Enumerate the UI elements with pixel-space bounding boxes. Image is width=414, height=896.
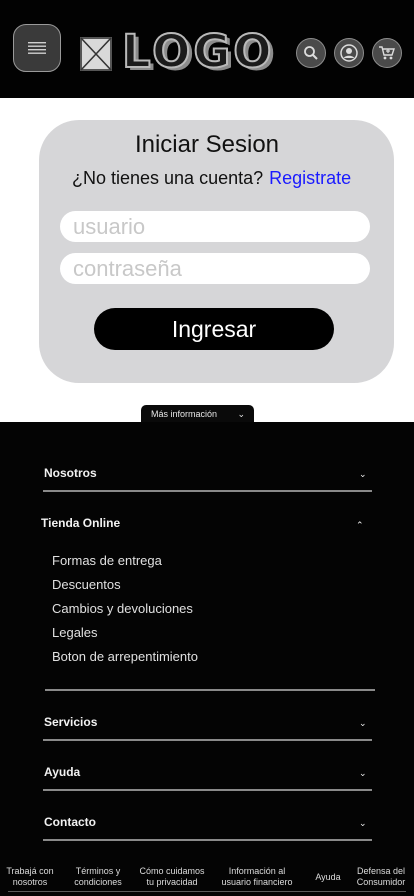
- divider: [43, 839, 372, 841]
- footer-link-terminos[interactable]: Términos y condiciones: [68, 866, 128, 888]
- menu-button[interactable]: [13, 24, 61, 72]
- footer-link-ayuda[interactable]: Ayuda: [308, 872, 348, 883]
- logo-text[interactable]: LOGO: [121, 27, 275, 77]
- signup-prompt: ¿No tienes una cuenta?: [72, 168, 264, 188]
- footer-link-trabaja[interactable]: Trabajá con nosotros: [2, 866, 58, 888]
- signup-prompt-row: ¿No tienes una cuenta? Registrate: [72, 167, 351, 189]
- chevron-down-icon[interactable]: ⌄: [359, 818, 367, 828]
- footer-link-arrepentimiento[interactable]: Boton de arrepentimiento: [52, 649, 198, 665]
- footer-link-defensa-consumidor[interactable]: Defensa del Consumidor: [352, 866, 410, 888]
- login-button[interactable]: Ingresar: [94, 308, 334, 350]
- chevron-down-icon[interactable]: ⌄: [359, 469, 367, 479]
- user-icon: [340, 44, 358, 62]
- divider: [43, 490, 372, 492]
- cart-icon: [379, 46, 395, 60]
- accordion-tienda-online[interactable]: Tienda Online: [41, 516, 120, 530]
- search-button[interactable]: [296, 38, 326, 68]
- footer-link-privacidad[interactable]: Cómo cuidamos tu privacidad: [136, 866, 208, 888]
- logo-placeholder-icon: [80, 37, 112, 71]
- more-info-label: Más información: [151, 409, 218, 419]
- login-title: Iniciar Sesion: [134, 131, 280, 158]
- divider: [43, 789, 372, 791]
- accordion-ayuda[interactable]: Ayuda: [44, 765, 80, 779]
- footer-link-legales[interactable]: Legales: [52, 625, 98, 641]
- search-icon: [304, 46, 318, 60]
- chevron-up-icon[interactable]: ⌃: [356, 520, 364, 530]
- account-button[interactable]: [334, 38, 364, 68]
- chevron-down-icon[interactable]: ⌄: [359, 718, 367, 728]
- divider: [43, 739, 372, 741]
- divider: [45, 689, 375, 691]
- divider: [8, 891, 406, 892]
- username-input[interactable]: [60, 211, 370, 242]
- cart-button[interactable]: [372, 38, 402, 68]
- footer-link-descuentos[interactable]: Descuentos: [52, 577, 121, 593]
- signup-link[interactable]: Registrate: [269, 168, 351, 188]
- footer-link-usuario-financiero[interactable]: Información al usuario financiero: [217, 866, 297, 888]
- chevron-down-icon[interactable]: ⌄: [359, 768, 367, 778]
- hamburger-menu-icon: [28, 42, 46, 54]
- footer-link-cambios[interactable]: Cambios y devoluciones: [52, 601, 193, 617]
- accordion-contacto[interactable]: Contacto: [44, 815, 96, 829]
- header: LOGO: [0, 0, 414, 98]
- footer-link-formas-de-entrega[interactable]: Formas de entrega: [52, 553, 162, 569]
- password-input[interactable]: [60, 253, 370, 284]
- accordion-nosotros[interactable]: Nosotros: [44, 466, 97, 480]
- accordion-servicios[interactable]: Servicios: [44, 715, 97, 729]
